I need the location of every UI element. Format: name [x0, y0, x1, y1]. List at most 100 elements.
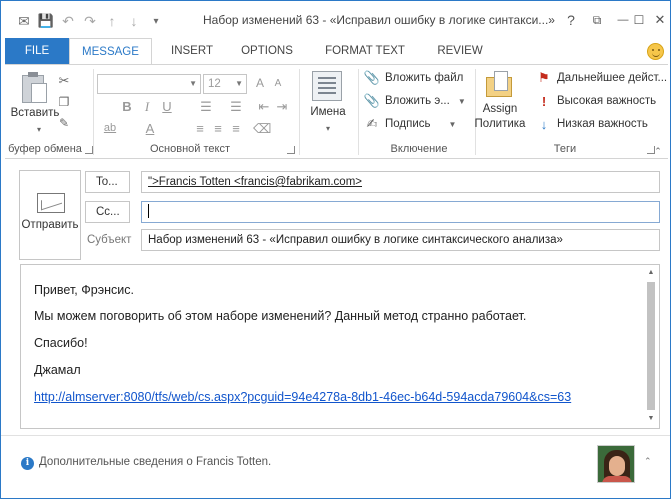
- group-label-clipboard: буфер обмена: [8, 143, 82, 155]
- low-importance-button[interactable]: ↓ Низкая важность: [535, 114, 648, 134]
- feedback-smiley-icon[interactable]: [647, 43, 664, 60]
- collapse-ribbon-icon[interactable]: ⌃: [650, 143, 666, 159]
- follow-up-button[interactable]: ⚑ Дальнейшее дейст...: [535, 68, 667, 88]
- to-button[interactable]: To...: [85, 171, 130, 193]
- paste-button[interactable]: Вставить: [9, 107, 61, 119]
- redo-icon[interactable]: ↷: [79, 12, 101, 30]
- basic-text-launcher-icon[interactable]: [287, 146, 295, 154]
- subject-label: Субъект: [87, 234, 132, 246]
- scrollbar-thumb[interactable]: [647, 282, 655, 410]
- help-icon[interactable]: ?: [557, 9, 585, 31]
- names-button[interactable]: Имена: [303, 106, 353, 118]
- numbering-icon[interactable]: ☰: [227, 99, 245, 115]
- flag-icon: ⚑: [538, 70, 550, 85]
- underline-button[interactable]: U: [158, 99, 176, 114]
- high-importance-button[interactable]: ! Высокая важность: [535, 91, 656, 111]
- send-label: Отправить: [21, 219, 79, 231]
- ribbon-tabs: FILE MESSAGE INSERT OPTIONS FORMAT TEXT …: [1, 38, 670, 65]
- signature-button[interactable]: ✍ Подпись ▼: [363, 114, 457, 134]
- customize-qat-icon[interactable]: ▾: [145, 12, 167, 30]
- group-separator: [299, 69, 300, 155]
- font-color-button[interactable]: A: [141, 121, 159, 136]
- ribbon: Вставить ▾ ✂ ❐ ✎ буфер обмена ▼ 12 ▼ A A…: [5, 64, 668, 159]
- tab-message[interactable]: MESSAGE: [69, 38, 152, 65]
- tab-options[interactable]: OPTIONS: [233, 38, 301, 64]
- align-center-icon[interactable]: ≡: [209, 121, 227, 136]
- assign-policy-button[interactable]: Assign: [473, 103, 527, 115]
- assign-policy-button-line2[interactable]: Политика: [473, 118, 527, 130]
- ribbon-display-options-icon[interactable]: ⧉: [583, 9, 611, 31]
- copy-icon[interactable]: ❐: [56, 94, 72, 110]
- signature-dropdown-icon: ▼: [448, 119, 457, 129]
- assign-policy-icon[interactable]: [486, 71, 512, 99]
- outlook-compose-window: ✉ 💾 ↶ ↷ ↑ ↓ ▾ Набор изменений 63 - «Испр…: [0, 0, 671, 499]
- grow-font-icon[interactable]: A: [251, 76, 269, 90]
- highlight-button[interactable]: ab: [101, 122, 119, 134]
- font-size-dropdown-icon: ▼: [235, 79, 243, 88]
- align-left-icon[interactable]: ≡: [191, 121, 209, 136]
- bold-button[interactable]: B: [118, 99, 136, 114]
- low-importance-label: Низкая важность: [557, 118, 648, 130]
- cut-icon[interactable]: ✂: [56, 73, 72, 89]
- shrink-font-icon[interactable]: A: [269, 78, 287, 89]
- next-item-icon[interactable]: ↓: [123, 12, 145, 30]
- people-pane-text[interactable]: Дополнительные сведения о Francis Totten…: [39, 456, 271, 468]
- font-size-combo[interactable]: 12 ▼: [203, 74, 247, 94]
- tab-review[interactable]: REVIEW: [429, 38, 491, 64]
- tab-insert[interactable]: INSERT: [161, 38, 223, 64]
- attach-item-button[interactable]: 📎 Вложить э... ▼: [363, 91, 466, 111]
- undo-icon[interactable]: ↶: [57, 12, 79, 30]
- message-body[interactable]: Привет, Фрэнсис. Мы можем поговорить об …: [20, 264, 660, 429]
- decrease-indent-icon[interactable]: ⇤: [255, 99, 273, 115]
- paste-icon[interactable]: [19, 71, 49, 105]
- body-scrollbar[interactable]: ▲ ▼: [644, 266, 658, 427]
- scroll-down-icon[interactable]: ▼: [646, 415, 656, 422]
- cc-field[interactable]: [141, 201, 660, 223]
- info-icon: i: [21, 457, 34, 470]
- text-caret: [148, 203, 149, 218]
- attach-file-label: Вложить файл: [385, 72, 464, 84]
- body-signature: Джамал: [34, 363, 81, 377]
- tab-format-text[interactable]: FORMAT TEXT: [319, 38, 411, 64]
- names-dropdown-icon[interactable]: ▾: [320, 120, 336, 136]
- format-painter-icon[interactable]: ✎: [56, 115, 72, 131]
- clipboard-launcher-icon[interactable]: [85, 146, 93, 154]
- mail-icon[interactable]: ✉: [13, 12, 35, 30]
- avatar[interactable]: [597, 445, 635, 483]
- group-label-basic-text: Основной текст: [150, 143, 230, 155]
- subject-field[interactable]: Набор изменений 63 - «Исправил ошибку в …: [141, 229, 660, 251]
- increase-indent-icon[interactable]: ⇥: [273, 99, 291, 115]
- scroll-up-icon[interactable]: ▲: [646, 269, 656, 276]
- previous-item-icon[interactable]: ↑: [101, 12, 123, 30]
- tab-file[interactable]: FILE: [5, 38, 69, 64]
- attach-item-icon: 📎: [363, 93, 381, 108]
- group-separator: [358, 69, 359, 155]
- group-label-include: Включение: [390, 143, 448, 155]
- close-icon[interactable]: ✕: [646, 9, 671, 31]
- attach-file-button[interactable]: 📎 Вложить файл: [363, 68, 463, 88]
- align-right-icon[interactable]: ≡: [227, 121, 245, 136]
- subject-value: Набор изменений 63 - «Исправил ошибку в …: [148, 234, 563, 246]
- font-size-value: 12: [208, 78, 221, 90]
- italic-button[interactable]: I: [138, 99, 156, 115]
- cc-button[interactable]: Cc...: [85, 201, 130, 223]
- bullets-icon[interactable]: ☰: [197, 99, 215, 115]
- send-button[interactable]: Отправить: [19, 170, 81, 260]
- signature-label: Подпись: [385, 118, 431, 130]
- expand-people-pane-icon[interactable]: ⌃: [644, 456, 652, 467]
- signature-icon: ✍: [366, 116, 378, 131]
- font-name-combo[interactable]: ▼: [97, 74, 201, 94]
- down-arrow-icon: ↓: [540, 116, 548, 132]
- clear-formatting-icon[interactable]: ⌫: [253, 121, 271, 137]
- window-title: Набор изменений 63 - «Исправил ошибку в …: [203, 13, 555, 27]
- attach-item-dropdown-icon: ▼: [457, 96, 466, 106]
- high-importance-label: Высокая важность: [557, 95, 657, 107]
- address-book-icon[interactable]: [312, 71, 342, 101]
- attach-item-label: Вложить э...: [385, 95, 450, 107]
- changeset-link[interactable]: http://almserver:8080/tfs/web/cs.aspx?pc…: [34, 390, 571, 404]
- to-recipient[interactable]: ">Francis Totten <francis@fabrikam.com>: [148, 176, 362, 188]
- to-field[interactable]: ">Francis Totten <francis@fabrikam.com>: [141, 171, 660, 193]
- group-label-tags: Теги: [553, 143, 577, 155]
- paste-dropdown-icon[interactable]: ▾: [31, 121, 47, 137]
- save-icon[interactable]: 💾: [35, 12, 57, 30]
